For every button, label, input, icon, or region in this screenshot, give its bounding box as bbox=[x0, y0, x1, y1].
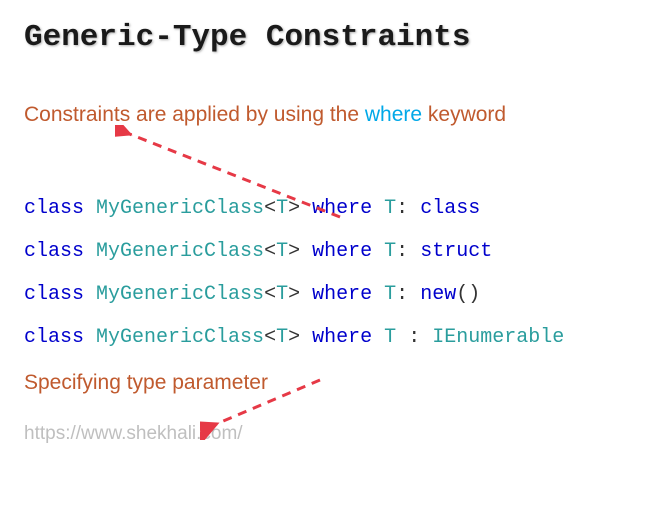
constraint-ienumerable: IEnumerable bbox=[432, 326, 564, 349]
subtitle1-prefix: Constraints are applied by using the bbox=[24, 103, 365, 126]
angle-close: > bbox=[288, 197, 300, 220]
type-var: T bbox=[384, 240, 396, 263]
keyword-where: where bbox=[312, 326, 372, 349]
colon: : bbox=[396, 283, 408, 306]
class-name: MyGenericClass bbox=[96, 197, 264, 220]
code-line-1: class MyGenericClass<T> where T: class bbox=[24, 187, 635, 230]
page-title: Generic-Type Constraints bbox=[24, 20, 635, 55]
code-line-3: class MyGenericClass<T> where T: new() bbox=[24, 273, 635, 316]
keyword-where: where bbox=[312, 197, 372, 220]
constraint-class: class bbox=[420, 197, 480, 220]
type-param: T bbox=[276, 283, 288, 306]
angle-open: < bbox=[264, 326, 276, 349]
type-var: T bbox=[384, 326, 396, 349]
constraint-new: new bbox=[420, 283, 456, 306]
angle-close: > bbox=[288, 326, 300, 349]
type-var: T bbox=[384, 283, 396, 306]
code-line-2: class MyGenericClass<T> where T: struct bbox=[24, 230, 635, 273]
keyword-class: class bbox=[24, 240, 84, 263]
type-parameter-label: Specifying type parameter bbox=[24, 371, 635, 395]
parentheses: () bbox=[456, 283, 480, 306]
keyword-class: class bbox=[24, 197, 84, 220]
keyword-class: class bbox=[24, 283, 84, 306]
code-block: class MyGenericClass<T> where T: class c… bbox=[24, 187, 635, 359]
colon: : bbox=[408, 326, 420, 349]
angle-open: < bbox=[264, 283, 276, 306]
type-param: T bbox=[276, 240, 288, 263]
colon: : bbox=[396, 240, 408, 263]
angle-open: < bbox=[264, 197, 276, 220]
footer-url: https://www.shekhali.com/ bbox=[24, 423, 635, 445]
class-name: MyGenericClass bbox=[96, 240, 264, 263]
constraints-description: Constraints are applied by using the whe… bbox=[24, 103, 635, 127]
type-param: T bbox=[276, 197, 288, 220]
angle-close: > bbox=[288, 283, 300, 306]
where-keyword-highlight: where bbox=[365, 103, 422, 126]
type-var: T bbox=[384, 197, 396, 220]
type-param: T bbox=[276, 326, 288, 349]
keyword-where: where bbox=[312, 240, 372, 263]
subtitle1-suffix: keyword bbox=[422, 103, 506, 126]
constraint-struct: struct bbox=[420, 240, 492, 263]
code-line-4: class MyGenericClass<T> where T : IEnume… bbox=[24, 316, 635, 359]
keyword-class: class bbox=[24, 326, 84, 349]
class-name: MyGenericClass bbox=[96, 326, 264, 349]
angle-open: < bbox=[264, 240, 276, 263]
angle-close: > bbox=[288, 240, 300, 263]
keyword-where: where bbox=[312, 283, 372, 306]
class-name: MyGenericClass bbox=[96, 283, 264, 306]
colon: : bbox=[396, 197, 408, 220]
